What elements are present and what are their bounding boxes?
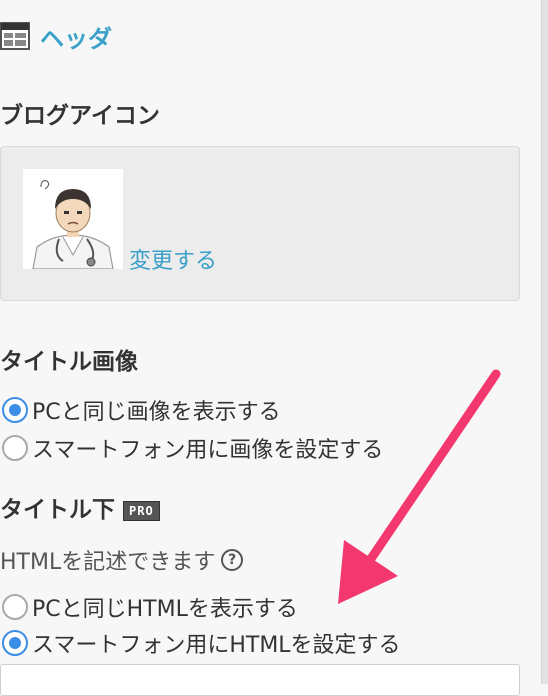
help-icon[interactable]: ? xyxy=(221,549,244,571)
radio-selected[interactable] xyxy=(2,630,28,656)
html-hint: HTMLを記述できます ? xyxy=(0,544,244,576)
title-below-option-sp[interactable]: スマートフォン用にHTMLを設定する xyxy=(2,627,401,659)
radio-unselected[interactable] xyxy=(2,594,28,620)
blog-icon-label: ブログアイコン xyxy=(0,103,160,129)
option-label: スマートフォン用にHTMLを設定する xyxy=(32,633,401,658)
option-label: PCと同じHTMLを表示する xyxy=(32,597,298,622)
blog-icon-box: 変更する xyxy=(0,146,520,301)
change-icon-link[interactable]: 変更する xyxy=(129,243,217,275)
section-header: ヘッダ xyxy=(0,16,112,56)
radio-unselected[interactable] xyxy=(2,435,28,461)
title-image-option-pc[interactable]: PCと同じ画像を表示する xyxy=(2,394,281,426)
title-below-option-pc[interactable]: PCと同じHTMLを表示する xyxy=(2,591,298,623)
pro-badge: PRO xyxy=(123,500,160,521)
layout-icon xyxy=(0,22,30,50)
title-below-text: タイトル下 xyxy=(0,497,115,523)
hint-text: HTMLを記述できます xyxy=(0,550,216,575)
option-label: スマートフォン用に画像を設定する xyxy=(32,438,384,463)
title-image-option-sp[interactable]: スマートフォン用に画像を設定する xyxy=(2,432,383,464)
title-below-label: タイトル下 PRO xyxy=(0,490,160,524)
avatar xyxy=(23,169,123,269)
option-label: PCと同じ画像を表示する xyxy=(32,400,281,425)
radio-selected[interactable] xyxy=(2,397,28,423)
section-title: ヘッダ xyxy=(40,24,112,53)
scrollbar-edge xyxy=(541,0,548,684)
title-image-label: タイトル画像 xyxy=(0,349,138,375)
html-textarea[interactable] xyxy=(0,664,520,696)
